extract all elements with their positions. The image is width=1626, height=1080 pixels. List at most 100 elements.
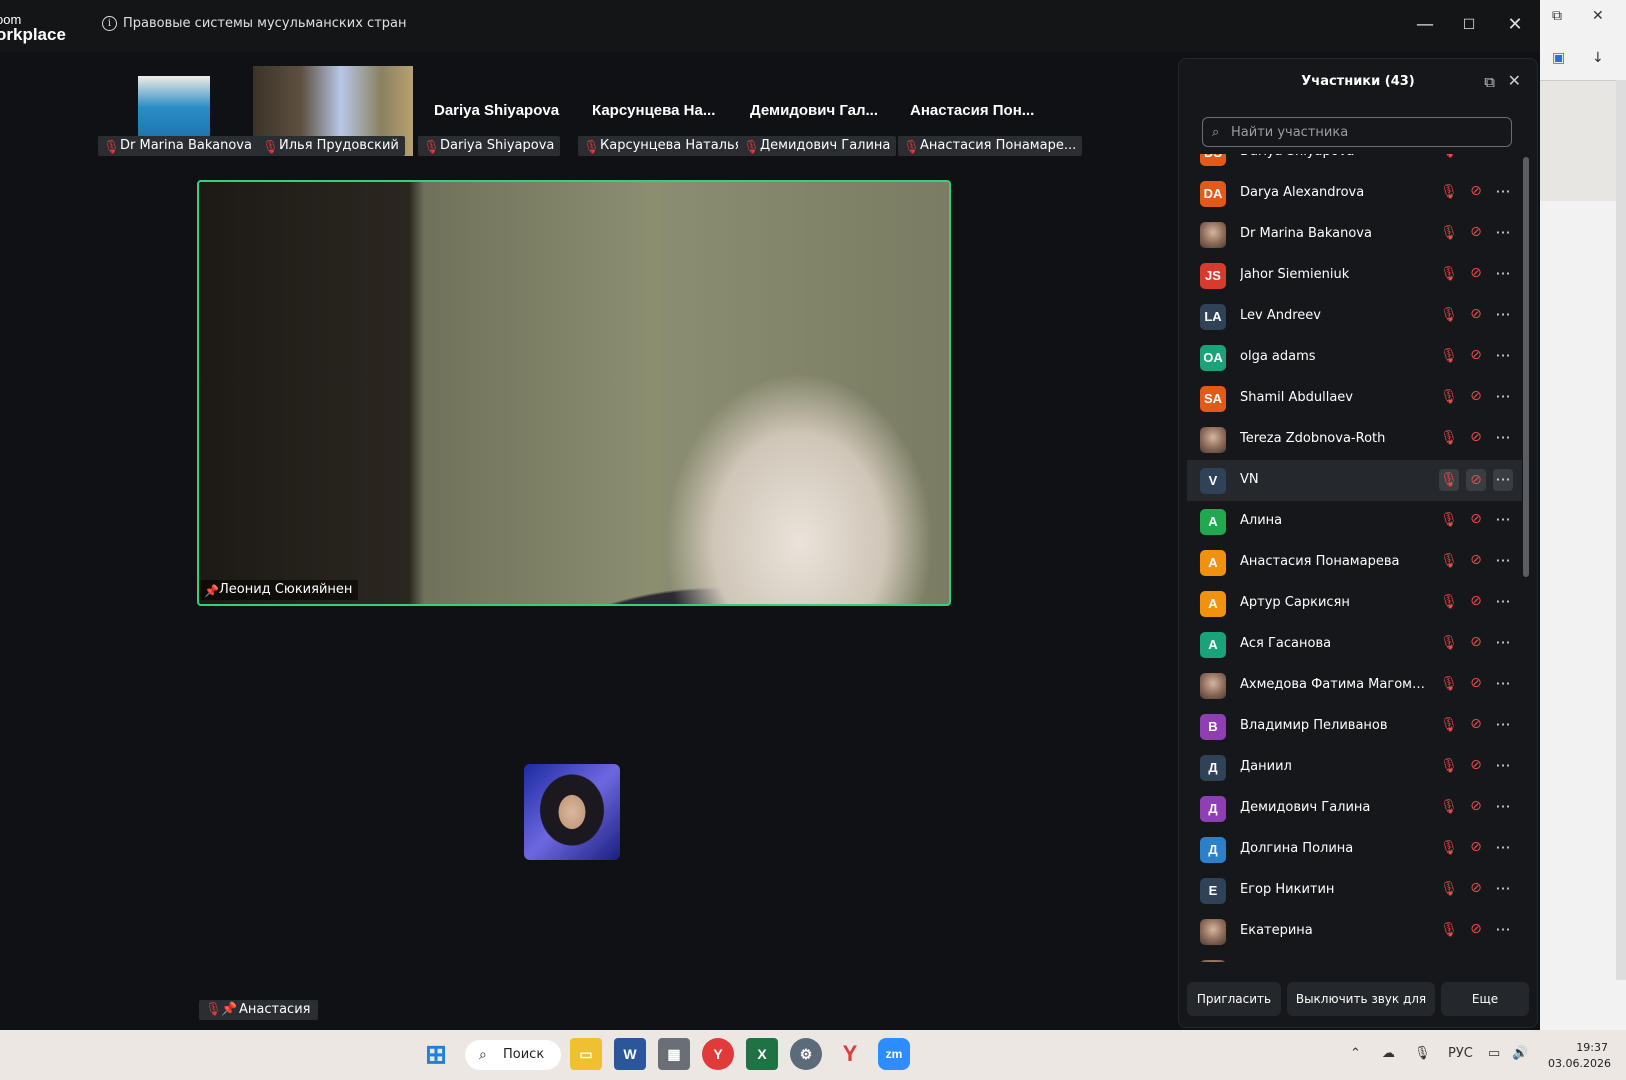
more-options-icon[interactable]: ···: [1493, 633, 1513, 652]
download-icon[interactable]: ↓: [1592, 50, 1604, 66]
camera-off-icon[interactable]: ⊘: [1466, 388, 1486, 404]
more-options-icon[interactable]: ···: [1493, 797, 1513, 816]
more-button[interactable]: Еще: [1441, 982, 1529, 1016]
zoom-icon[interactable]: zm: [878, 1038, 910, 1070]
camera-off-icon[interactable]: ⊘: [1466, 265, 1486, 281]
more-options-icon[interactable]: ···: [1493, 510, 1513, 529]
more-options-icon[interactable]: ···: [1493, 387, 1513, 406]
more-options-icon[interactable]: ···: [1493, 592, 1513, 611]
more-options-icon[interactable]: ···: [1493, 674, 1513, 693]
chevron-up-icon[interactable]: ⌃: [1350, 1046, 1361, 1061]
participant-row[interactable]: А Артур Саркисян 🎙 ⊘ ···: [1187, 583, 1522, 624]
participant-row[interactable]: SA Shamil Abdullaev 🎙 ⊘ ···: [1187, 378, 1522, 419]
mic-muted-icon[interactable]: 🎙: [1439, 184, 1459, 200]
mic-muted-icon[interactable]: 🎙: [1439, 635, 1459, 651]
more-options-icon[interactable]: ···: [1493, 920, 1513, 939]
participant-row[interactable]: Ахмедова Фатима Магомедо... 🎙 ⊘ ···: [1187, 665, 1522, 706]
more-options-icon[interactable]: ···: [1493, 154, 1513, 160]
more-options-icon[interactable]: ···: [1493, 961, 1513, 962]
camera-off-icon[interactable]: ⊘: [1466, 306, 1486, 322]
volume-icon[interactable]: 🔊: [1512, 1046, 1528, 1061]
camera-off-icon[interactable]: ⊘: [1466, 183, 1486, 199]
mic-icon[interactable]: 🎙: [1414, 1046, 1431, 1061]
mic-muted-icon[interactable]: 🎙: [1439, 840, 1459, 856]
more-options-icon[interactable]: ···: [1493, 264, 1513, 283]
camera-off-icon[interactable]: ⊘: [1466, 921, 1486, 937]
mic-muted-icon[interactable]: 🎙: [1439, 881, 1459, 897]
taskbar-search[interactable]: ⌕ Поиск: [465, 1040, 561, 1070]
mic-muted-icon[interactable]: 🎙: [1439, 389, 1459, 405]
camera-off-icon[interactable]: ⊘: [1466, 429, 1486, 445]
video-tile-name[interactable]: Dariya Shiyapova: [434, 102, 559, 119]
calculator-icon[interactable]: ▦: [658, 1038, 690, 1070]
video-tile-name[interactable]: Анастасия Пон...: [910, 102, 1034, 119]
network-icon[interactable]: ▭: [1488, 1046, 1500, 1061]
participant-row[interactable]: Tereza Zdobnova-Roth 🎙 ⊘ ···: [1187, 419, 1522, 460]
participant-row[interactable]: Екатерина 🎙 ⊘ ···: [1187, 911, 1522, 952]
participant-list[interactable]: DS Dariya Shiyapova 🎙 ⊘ ··· DA Darya Alexandro…: [1187, 154, 1522, 962]
camera-off-icon[interactable]: ⊘: [1466, 716, 1486, 732]
camera-off-icon[interactable]: ⊘: [1466, 347, 1486, 363]
participant-row[interactable]: DS Dariya Shiyapova 🎙 ⊘ ···: [1187, 154, 1522, 173]
mic-muted-icon[interactable]: 🎙: [1439, 348, 1459, 364]
more-options-icon[interactable]: ···: [1493, 469, 1513, 491]
mic-muted-icon[interactable]: 🎙: [1439, 225, 1459, 241]
camera-off-icon[interactable]: ⊘: [1466, 511, 1486, 527]
more-options-icon[interactable]: ···: [1493, 346, 1513, 365]
camera-off-icon[interactable]: ⊘: [1466, 469, 1486, 491]
close-icon[interactable]: ✕: [1508, 71, 1521, 90]
yandex-browser-icon[interactable]: Y: [702, 1038, 734, 1070]
participant-row[interactable]: Д Долгина Полина 🎙 ⊘ ···: [1187, 829, 1522, 870]
more-options-icon[interactable]: ···: [1493, 838, 1513, 857]
excel-icon[interactable]: X: [746, 1038, 778, 1070]
camera-off-icon[interactable]: ⊘: [1466, 634, 1486, 650]
participant-row[interactable]: Е Егор Никитин 🎙 ⊘ ···: [1187, 870, 1522, 911]
camera-off-icon[interactable]: ⊘: [1466, 757, 1486, 773]
video-tile-name[interactable]: Карсунцева На...: [592, 102, 715, 119]
participant-row[interactable]: DA Darya Alexandrova 🎙 ⊘ ···: [1187, 173, 1522, 214]
mic-muted-icon[interactable]: 🎙: [1439, 717, 1459, 733]
participant-row[interactable]: Д Даниил 🎙 ⊘ ···: [1187, 747, 1522, 788]
more-options-icon[interactable]: ···: [1493, 879, 1513, 898]
maximize-button[interactable]: ☐: [1454, 17, 1484, 33]
popout-icon[interactable]: ⧉: [1484, 73, 1495, 91]
participant-row[interactable]: LA Lev Andreev 🎙 ⊘ ···: [1187, 296, 1522, 337]
more-options-icon[interactable]: ···: [1493, 223, 1513, 242]
meeting-title[interactable]: i Правовые системы мусульманских стран: [102, 16, 406, 31]
participant-row[interactable]: А Алина 🎙 ⊘ ···: [1187, 501, 1522, 542]
video-tile-name[interactable]: Демидович Гал...: [750, 102, 878, 119]
more-options-icon[interactable]: ···: [1493, 305, 1513, 324]
more-options-icon[interactable]: ···: [1493, 756, 1513, 775]
camera-off-icon[interactable]: ⊘: [1466, 798, 1486, 814]
camera-off-icon[interactable]: ⊘: [1466, 552, 1486, 568]
participant-row[interactable]: Д Демидович Галина 🎙 ⊘ ···: [1187, 788, 1522, 829]
search-input[interactable]: ⌕ Найти участника: [1202, 117, 1512, 147]
mic-muted-icon[interactable]: 🎙: [1439, 307, 1459, 323]
more-options-icon[interactable]: ···: [1493, 182, 1513, 201]
participant-row[interactable]: Жанат Кулжабаева🎙⊘···: [1187, 952, 1522, 962]
participant-row[interactable]: Dr Marina Bakanova 🎙 ⊘ ···: [1187, 214, 1522, 255]
participant-row[interactable]: В Владимир Пеливанов 🎙 ⊘ ···: [1187, 706, 1522, 747]
self-view-video[interactable]: [524, 764, 620, 860]
mic-muted-icon[interactable]: 🎙: [1439, 430, 1459, 446]
close-icon[interactable]: ✕: [1592, 8, 1604, 24]
mic-muted-icon[interactable]: 🎙: [1439, 469, 1459, 491]
participant-row[interactable]: V VN 🎙 ⊘ ···: [1187, 460, 1522, 501]
minimize-button[interactable]: —: [1410, 14, 1440, 35]
mic-muted-icon[interactable]: 🎙: [1439, 799, 1459, 815]
invite-button[interactable]: Пригласить: [1187, 982, 1281, 1016]
more-options-icon[interactable]: ···: [1493, 551, 1513, 570]
camera-off-icon[interactable]: ⊘: [1466, 224, 1486, 240]
app-icon[interactable]: ▣: [1552, 50, 1565, 66]
restore-icon[interactable]: ⧉: [1552, 8, 1562, 24]
camera-off-icon[interactable]: ⊘: [1466, 880, 1486, 896]
scrollbar-thumb[interactable]: [1523, 157, 1529, 577]
settings-icon[interactable]: ⚙: [790, 1038, 822, 1070]
cloud-icon[interactable]: ☁: [1382, 1046, 1395, 1061]
scrollbar[interactable]: [1523, 157, 1529, 967]
scrollbar[interactable]: [1616, 80, 1626, 980]
camera-off-icon[interactable]: ⊘: [1466, 675, 1486, 691]
participant-row[interactable]: JS Jahor Siemieniuk 🎙 ⊘ ···: [1187, 255, 1522, 296]
mic-muted-icon[interactable]: 🎙: [1439, 512, 1459, 528]
clock[interactable]: 19:37 03.06.2026: [1548, 1040, 1611, 1072]
